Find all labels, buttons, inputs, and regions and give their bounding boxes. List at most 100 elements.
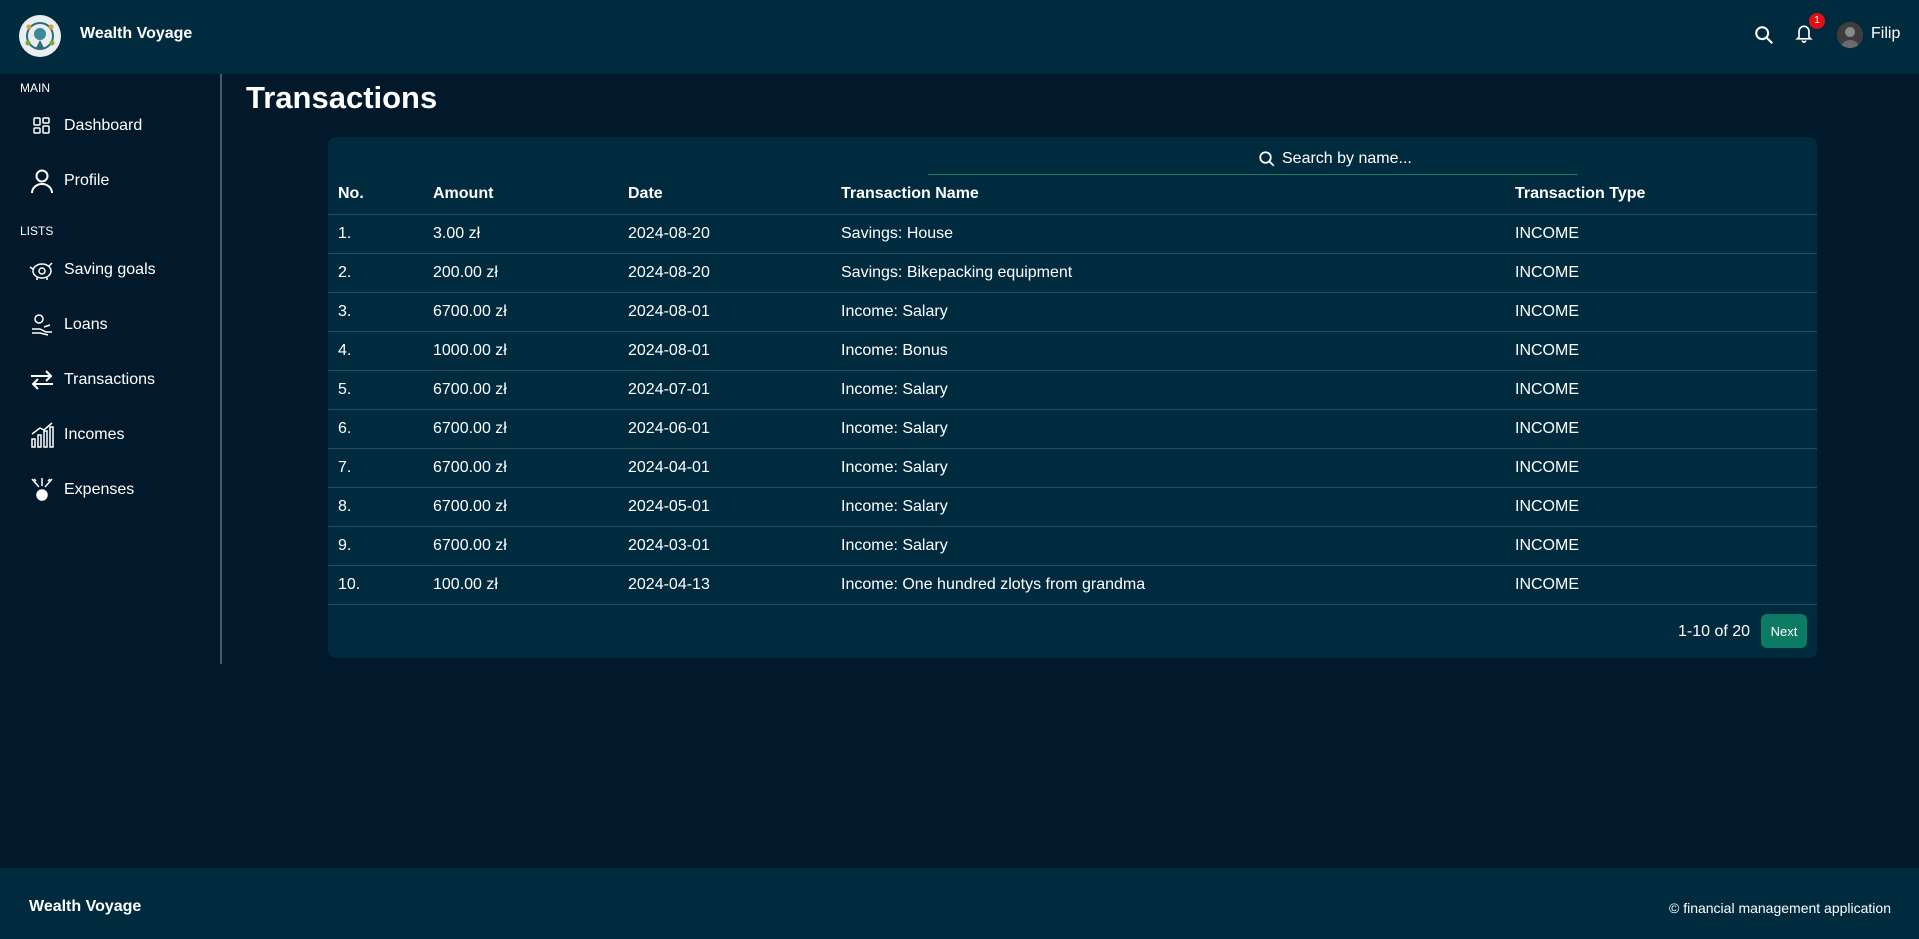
footer-copyright: © financial management application (1668, 900, 1891, 916)
cell-transaction-type: INCOME (1505, 292, 1817, 332)
cell-transaction-name: Income: One hundred zlotys from grandma (831, 565, 1505, 605)
cell-date: 2024-08-01 (618, 331, 831, 371)
notification-badge: 1 (1809, 13, 1825, 29)
sidebar-item-profile[interactable]: Profile (28, 166, 218, 196)
column-header-transaction-name: Transaction Name (831, 175, 1505, 215)
piggy-bank-icon (28, 256, 56, 284)
search-icon[interactable] (1753, 24, 1777, 48)
cell-date: 2024-07-01 (618, 370, 831, 410)
sidebar-item-expenses[interactable]: Expenses (28, 475, 218, 505)
cell-amount: 100.00 zł (423, 565, 618, 605)
table-row[interactable]: 6. 6700.00 zł 2024-06-01 Income: Salary INCO… (328, 409, 1817, 449)
cell-date: 2024-08-01 (618, 292, 831, 332)
cell-transaction-type: INCOME (1505, 370, 1817, 410)
column-header-date: Date (618, 175, 831, 215)
column-header-amount: Amount (423, 175, 618, 215)
table-row[interactable]: 10. 100.00 zł 2024-04-13 Income: One hundre… (328, 565, 1817, 605)
cell-transaction-name: Income: Salary (831, 370, 1505, 410)
table-row[interactable]: 8. 6700.00 zł 2024-05-01 Income: Salary INCO… (328, 487, 1817, 527)
sidebar-item-label: Profile (64, 172, 110, 189)
expense-icon (28, 476, 56, 504)
cell-date: 2024-06-01 (618, 409, 831, 449)
transactions-card: No. Amount Date Transaction Name Transac… (328, 137, 1817, 658)
footer: Wealth Voyage © financial management app… (0, 868, 1919, 939)
user-name[interactable]: Filip (1871, 25, 1900, 43)
cell-amount: 3.00 zł (423, 214, 618, 254)
app-logo[interactable] (19, 15, 61, 57)
avatar[interactable] (1837, 22, 1863, 48)
cell-transaction-type: INCOME (1505, 487, 1817, 527)
cell-transaction-type: INCOME (1505, 214, 1817, 254)
sidebar-item-label: Saving goals (64, 261, 156, 278)
table-row[interactable]: 4. 1000.00 zł 2024-08-01 Income: Bonus INCOM… (328, 331, 1817, 371)
cell-no: 7. (328, 448, 423, 488)
table-row[interactable]: 5. 6700.00 zł 2024-07-01 Income: Salary INCO… (328, 370, 1817, 410)
sidebar-item-label: Loans (64, 316, 108, 333)
dashboard-icon (28, 112, 56, 140)
table-header-row: No. Amount Date Transaction Name Transac… (328, 175, 1817, 215)
cell-transaction-name: Income: Salary (831, 409, 1505, 449)
transactions-table: No. Amount Date Transaction Name Transac… (328, 175, 1817, 605)
cell-amount: 6700.00 zł (423, 292, 618, 332)
column-header-transaction-type: Transaction Type (1505, 175, 1817, 215)
search-icon (1259, 150, 1275, 166)
top-bar: Wealth Voyage 1 Filip (0, 0, 1919, 74)
section-label-main: MAIN (20, 81, 50, 95)
table-row[interactable]: 2. 200.00 zł 2024-08-20 Savings: Bikepackin… (328, 253, 1817, 293)
table-row[interactable]: 1. 3.00 zł 2024-08-20 Savings: House INCOME (328, 214, 1817, 254)
cell-amount: 6700.00 zł (423, 487, 618, 527)
sidebar-item-saving-goals[interactable]: Saving goals (28, 255, 218, 285)
cell-no: 3. (328, 292, 423, 332)
table-row[interactable]: 3. 6700.00 zł 2024-08-01 Income: Salary INCO… (328, 292, 1817, 332)
section-label-lists: LISTS (20, 224, 54, 238)
sidebar: MAIN Dashboard Profile LISTS Saving goal… (0, 74, 222, 664)
pagination-range: 1-10 of 20 (1678, 623, 1751, 640)
app-title: Wealth Voyage (80, 25, 193, 42)
cell-transaction-name: Income: Salary (831, 526, 1505, 566)
cell-transaction-type: INCOME (1505, 565, 1817, 605)
column-header-no: No. (328, 175, 423, 215)
user-icon (28, 167, 56, 195)
cell-no: 10. (328, 565, 423, 605)
cell-date: 2024-04-01 (618, 448, 831, 488)
sidebar-item-label: Transactions (64, 371, 155, 388)
growth-chart-icon (28, 421, 56, 449)
cell-no: 8. (328, 487, 423, 527)
cell-no: 6. (328, 409, 423, 449)
table-row[interactable]: 9. 6700.00 zł 2024-03-01 Income: Salary INCO… (328, 526, 1817, 566)
next-page-button[interactable]: Next (1761, 614, 1807, 648)
cell-transaction-type: INCOME (1505, 526, 1817, 566)
cell-transaction-type: INCOME (1505, 253, 1817, 293)
table-row[interactable]: 7. 6700.00 zł 2024-04-01 Income: Salary INCO… (328, 448, 1817, 488)
cell-no: 9. (328, 526, 423, 566)
cell-no: 5. (328, 370, 423, 410)
cell-date: 2024-04-13 (618, 565, 831, 605)
cell-transaction-name: Savings: Bikepacking equipment (831, 253, 1505, 293)
cell-date: 2024-03-01 (618, 526, 831, 566)
sidebar-item-label: Incomes (64, 426, 125, 443)
cell-amount: 6700.00 zł (423, 370, 618, 410)
page-title: Transactions (246, 80, 438, 115)
cell-transaction-name: Income: Salary (831, 292, 1505, 332)
sidebar-item-transactions[interactable]: Transactions (28, 365, 218, 395)
cell-transaction-name: Income: Salary (831, 487, 1505, 527)
cell-no: 4. (328, 331, 423, 371)
cell-date: 2024-08-20 (618, 253, 831, 293)
cell-transaction-type: INCOME (1505, 331, 1817, 371)
cell-amount: 200.00 zł (423, 253, 618, 293)
sidebar-item-loans[interactable]: Loans (28, 310, 218, 340)
cell-date: 2024-05-01 (618, 487, 831, 527)
cell-transaction-name: Savings: House (831, 214, 1505, 254)
transfer-arrows-icon (28, 366, 56, 394)
cell-no: 2. (328, 253, 423, 293)
sidebar-item-dashboard[interactable]: Dashboard (28, 111, 218, 141)
cell-transaction-name: Income: Salary (831, 448, 1505, 488)
footer-title: Wealth Voyage (29, 898, 142, 915)
cell-transaction-name: Income: Bonus (831, 331, 1505, 371)
sidebar-item-incomes[interactable]: Incomes (28, 420, 218, 450)
cell-amount: 1000.00 zł (423, 331, 618, 371)
sidebar-item-label: Expenses (64, 481, 135, 498)
loan-icon (28, 311, 56, 339)
cell-date: 2024-08-20 (618, 214, 831, 254)
search-input[interactable] (1282, 149, 1562, 168)
